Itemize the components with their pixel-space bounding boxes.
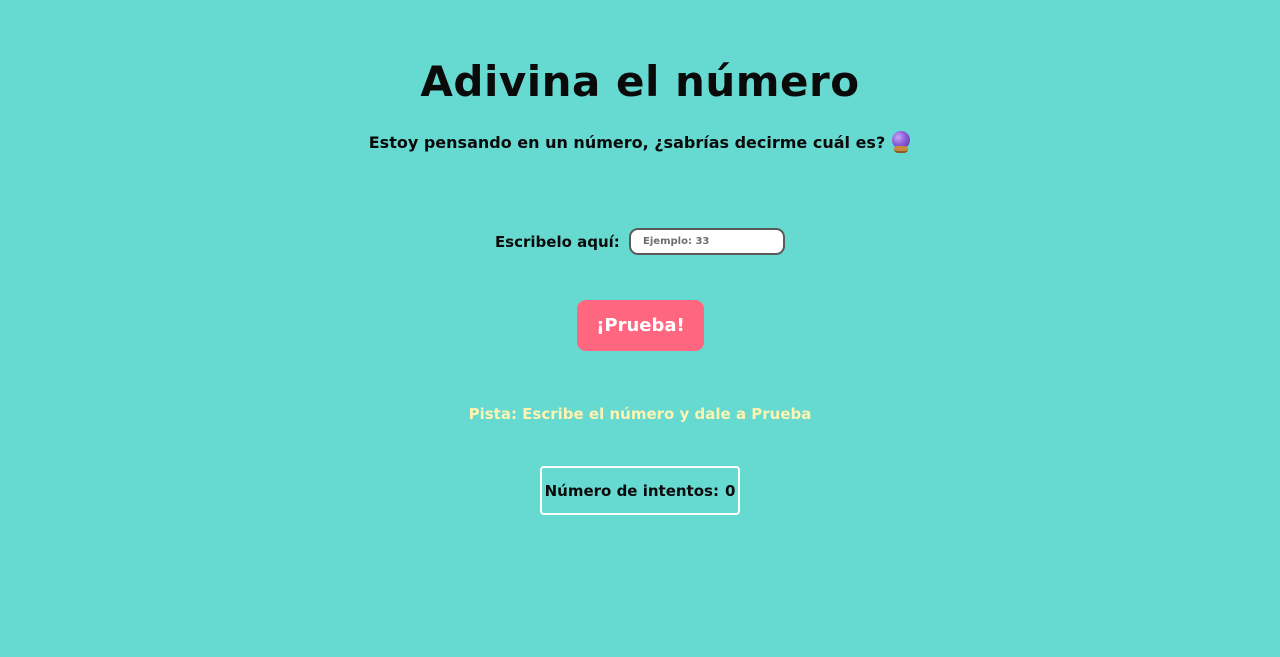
guess-input[interactable] xyxy=(629,228,786,255)
try-button[interactable]: ¡Prueba! xyxy=(577,300,704,351)
attempts-count: 0 xyxy=(724,481,736,500)
page-subtitle: Estoy pensando en un número, ¿sabrías de… xyxy=(0,130,1280,156)
attempts-counter: Número de intentos: 0 xyxy=(540,466,740,515)
guess-form: Escribelo aquí: xyxy=(0,228,1280,255)
page-title: Adivina el número xyxy=(420,57,860,106)
hint-text: Pista: Escribe el número y dale a Prueba xyxy=(468,405,812,423)
guess-label: Escribelo aquí: xyxy=(494,232,620,251)
attempts-label: Número de intentos: xyxy=(544,481,719,500)
subtitle-text: Estoy pensando en un número, ¿sabrías de… xyxy=(368,133,886,152)
crystal-ball-icon xyxy=(891,130,911,153)
